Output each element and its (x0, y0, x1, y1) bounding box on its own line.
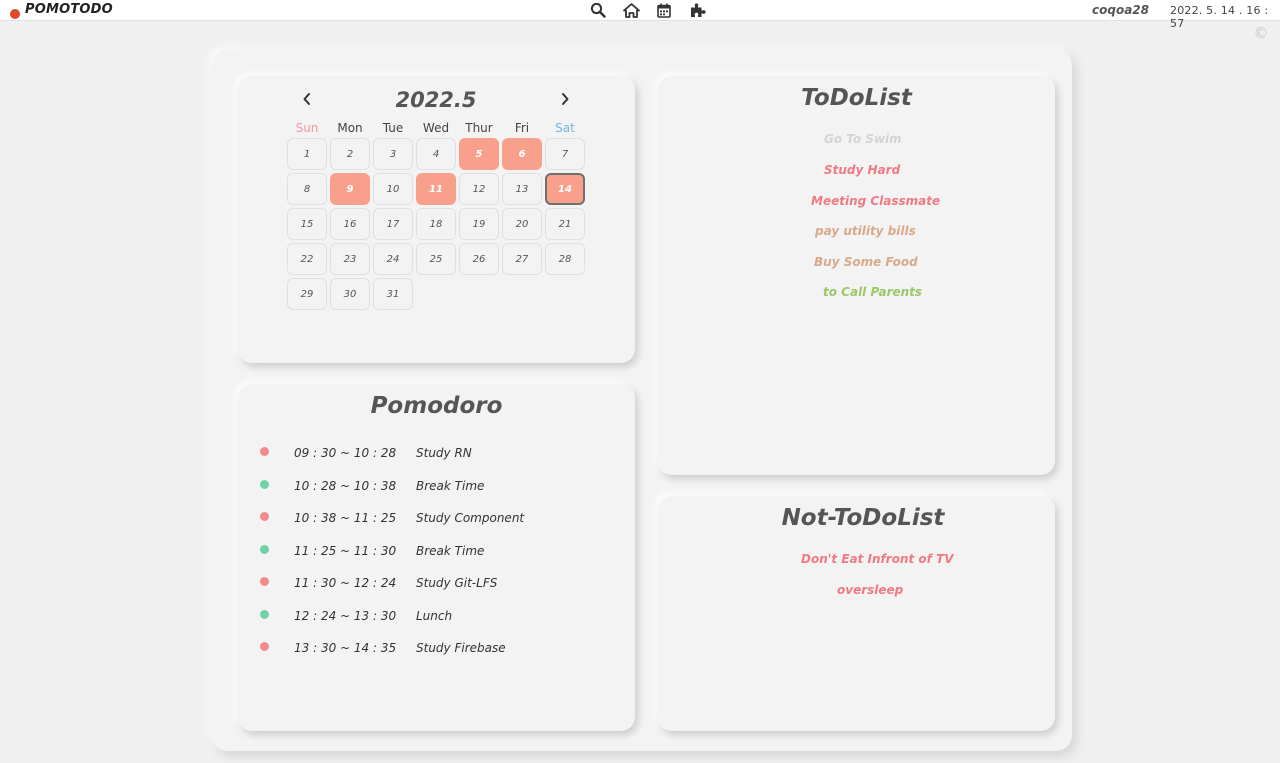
calendar-day[interactable]: 26 (459, 243, 499, 275)
calendar-days: 1 2 3 4 5 6 7 8 9 10 11 12 13 14 15 16 17 18 19 20 21 22 23 24 2… (287, 138, 585, 310)
todo-item[interactable]: Go To Swim (824, 132, 902, 146)
calendar-day[interactable]: 19 (459, 208, 499, 240)
todo-item[interactable]: to Call Parents (823, 285, 922, 299)
not-todo-panel (658, 496, 1055, 731)
calendar-day[interactable]: 3 (373, 138, 413, 170)
break-dot-icon (260, 609, 269, 619)
calendar-day[interactable]: 28 (545, 243, 585, 275)
pomodoro-time: 12 : 24 ~ 13 : 30 (294, 608, 397, 623)
calendar-day[interactable]: 10 (373, 173, 413, 205)
pomodoro-time: 10 : 38 ~ 11 : 25 (294, 511, 397, 525)
calendar-day[interactable]: 7 (545, 138, 585, 170)
pomodoro-time: 11 : 25 ~ 11 : 30 (294, 543, 397, 558)
not-todo-item[interactable]: Don't Eat Infront of TV (801, 552, 954, 566)
copyright-icon: © (1253, 24, 1269, 42)
pomodoro-task: Lunch (416, 608, 453, 623)
username[interactable]: coqoa28 (1092, 3, 1149, 17)
calendar-day[interactable]: 11 (416, 173, 456, 205)
pomodoro-entry: 13 : 30 ~ 14 : 35 Study Firebase (258, 638, 618, 671)
calendar-day[interactable]: 29 (287, 278, 327, 310)
pomodoro-task: Study Firebase (416, 641, 506, 655)
calendar-day[interactable]: 2 (330, 138, 370, 170)
chevron-right-icon[interactable] (558, 91, 572, 107)
weekday-label: Sat (555, 121, 575, 135)
pomodoro-time: 09 : 30 ~ 10 : 28 (294, 446, 397, 460)
not-todo-item[interactable]: oversleep (837, 583, 903, 597)
calendar-header: 2022.5 (300, 88, 572, 114)
pomodoro-entry: 09 : 30 ~ 10 : 28 Study RN (258, 443, 618, 476)
calendar-day[interactable]: 25 (416, 243, 456, 275)
top-bar: POMOTODO coqoa28 2022. 5. 14 . 16 : 57 (0, 0, 1280, 30)
calendar-day[interactable]: 18 (416, 208, 456, 240)
nav-icons (588, 1, 707, 19)
weekday-label: Mon (337, 121, 363, 135)
not-todo-title: Not-ToDoList (781, 505, 945, 531)
home-icon[interactable] (621, 1, 641, 19)
pomodoro-entry: 10 : 28 ~ 10 : 38 Break Time (258, 476, 618, 509)
calendar-day[interactable]: 23 (330, 243, 370, 275)
pomodoro-task: Study Git-LFS (416, 576, 498, 590)
break-dot-icon (260, 544, 269, 554)
calendar-day[interactable]: 8 (287, 173, 327, 205)
work-dot-icon (260, 577, 269, 586)
todo-item[interactable]: Study Hard (824, 163, 900, 177)
calendar-day[interactable]: 1 (287, 138, 327, 170)
pomodoro-time: 10 : 28 ~ 10 : 38 (294, 478, 397, 493)
brand[interactable]: POMOTODO (9, 2, 113, 19)
calendar-day[interactable]: 6 (502, 138, 542, 170)
calendar-day[interactable]: 16 (330, 208, 370, 240)
calendar-day[interactable]: 4 (416, 138, 456, 170)
search-icon[interactable] (588, 1, 608, 19)
calendar-day[interactable]: 9 (330, 173, 370, 205)
calendar-day[interactable]: 27 (502, 243, 542, 275)
todo-item[interactable]: Buy Some Food (814, 255, 918, 269)
calendar-day[interactable]: 30 (330, 278, 370, 310)
calendar-day[interactable]: 14 (545, 173, 585, 205)
weekday-label: Sun (295, 121, 319, 135)
todo-item[interactable]: Meeting Classmate (811, 194, 940, 208)
todo-title: ToDoList (801, 85, 912, 111)
puzzle-icon[interactable] (687, 1, 707, 19)
calendar-day[interactable]: 21 (545, 208, 585, 240)
pomodoro-time: 11 : 30 ~ 12 : 24 (294, 576, 397, 590)
work-dot-icon (260, 642, 269, 651)
calendar-day[interactable]: 22 (287, 243, 327, 275)
pomodoro-title: Pomodoro (370, 393, 503, 419)
calendar-day[interactable]: 12 (459, 173, 499, 205)
weekday-label: Fri (514, 121, 530, 135)
app-title: POMOTODO (25, 2, 113, 17)
calendar-day[interactable]: 20 (502, 208, 542, 240)
weekday-label: Tue (382, 121, 404, 135)
calendar-icon[interactable] (654, 1, 674, 19)
calendar-title: 2022.5 (395, 88, 477, 112)
pomodoro-entry: 10 : 38 ~ 11 : 25 Study Component (258, 508, 618, 541)
pomodoro-entry: 12 : 24 ~ 13 : 30 Lunch (258, 606, 618, 639)
work-dot-icon (260, 447, 269, 456)
pomodoro-task: Study Component (416, 511, 525, 525)
calendar-day[interactable]: 13 (502, 173, 542, 205)
pomodoro-entry: 11 : 25 ~ 11 : 30 Break Time (258, 541, 618, 574)
pomodoro-task: Study RN (416, 446, 472, 460)
calendar-weekdays: Sun Mon Tue Wed Thur Fri Sat (287, 121, 585, 135)
tomato-icon (9, 4, 21, 19)
calendar-day[interactable]: 15 (287, 208, 327, 240)
pomodoro-task: Break Time (416, 543, 485, 558)
pomodoro-entry: 11 : 30 ~ 12 : 24 Study Git-LFS (258, 573, 618, 606)
pomodoro-task: Break Time (416, 478, 485, 493)
weekday-label: Thur (465, 121, 493, 135)
calendar-day[interactable]: 17 (373, 208, 413, 240)
work-dot-icon (260, 512, 269, 521)
pomodoro-time: 13 : 30 ~ 14 : 35 (294, 641, 397, 655)
pomodoro-list: 09 : 30 ~ 10 : 28 Study RN 10 : 28 ~ 10 : … (258, 443, 618, 671)
calendar-day[interactable]: 5 (459, 138, 499, 170)
weekday-label: Wed (422, 121, 450, 135)
calendar-day[interactable]: 31 (373, 278, 413, 310)
calendar-day[interactable]: 24 (373, 243, 413, 275)
break-dot-icon (260, 479, 269, 489)
todo-item[interactable]: pay utility bills (815, 224, 916, 238)
